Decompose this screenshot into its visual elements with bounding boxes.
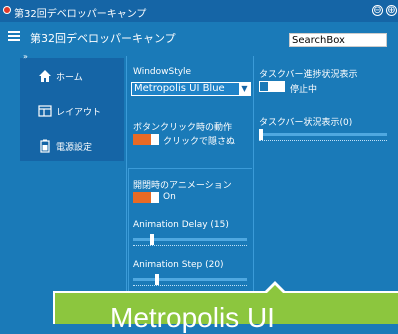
column-divider	[126, 56, 127, 324]
sidebar-item-layout[interactable]: レイアウト	[24, 101, 120, 121]
app-name: 第32回デベロッパーキャンプ	[30, 32, 176, 45]
slider-track	[259, 133, 387, 136]
search-input[interactable]	[289, 33, 387, 47]
window-titlebar: 第32回デベロッパーキャンプ ⊖ ⊕	[0, 0, 398, 22]
slider-thumb[interactable]	[259, 129, 263, 140]
button-click-toggle[interactable]	[133, 134, 159, 145]
app-icon	[3, 6, 11, 14]
column-divider	[253, 56, 254, 324]
slider-thumb[interactable]	[155, 274, 159, 285]
taskbar-status-label: タスクバー状況表示(0)	[259, 118, 353, 128]
anim-delay-slider[interactable]	[133, 234, 247, 246]
maximize-icon[interactable]: ⊕	[386, 5, 397, 16]
sidebar-item-label: ホーム	[56, 73, 83, 83]
slider-thumb[interactable]	[150, 234, 154, 245]
anim-step-label: Animation Step (20)	[133, 260, 224, 270]
sidebar-item-home[interactable]: ホーム	[24, 66, 120, 86]
battery-icon	[40, 139, 50, 153]
sidebar-item-label: レイアウト	[56, 108, 102, 118]
taskbar-progress-toggle-text: 停止中	[290, 85, 318, 95]
hamburger-menu-icon[interactable]	[8, 31, 20, 41]
window-title: 第32回デベロッパーキャンプ	[14, 9, 147, 20]
group-divider-top	[128, 168, 252, 169]
open-close-anim-toggle[interactable]	[133, 192, 159, 203]
slider-ticks	[133, 245, 247, 246]
toggle-knob	[151, 192, 159, 203]
anim-delay-label: Animation Delay (15)	[133, 220, 229, 230]
window-style-select[interactable]: Metropolis UI Blue ▼	[131, 82, 251, 96]
chevron-down-icon[interactable]: ▼	[239, 83, 250, 95]
slider-ticks	[259, 140, 387, 141]
slider-track	[133, 278, 247, 281]
layout-icon	[38, 105, 52, 117]
window-style-value: Metropolis UI Blue	[134, 83, 225, 94]
collapse-chevron-icon[interactable]: »	[23, 52, 28, 61]
toggle-knob	[260, 82, 268, 91]
banner-pointer-fill	[265, 285, 285, 295]
slider-ticks	[133, 285, 247, 286]
sidebar-item-power[interactable]: 電源設定	[24, 136, 120, 156]
banner-text: Metropolis UI	[110, 302, 275, 333]
toggle-knob	[151, 134, 159, 145]
minimize-icon[interactable]: ⊖	[372, 5, 383, 16]
taskbar-progress-label: タスクバー進捗状況表示	[259, 70, 358, 80]
button-click-toggle-text: クリックで隠さぬ	[163, 137, 236, 147]
window-style-label: WindowStyle	[133, 67, 192, 77]
home-icon	[39, 70, 51, 82]
sidebar-item-label: 電源設定	[56, 143, 93, 153]
taskbar-progress-toggle[interactable]	[259, 81, 285, 92]
open-close-anim-label: 開閉時のアニメーション	[133, 181, 232, 191]
anim-step-slider[interactable]	[133, 274, 247, 286]
taskbar-status-slider[interactable]	[259, 129, 387, 141]
open-close-anim-toggle-text: On	[163, 192, 176, 202]
button-click-label: ボタンクリック時の動作	[133, 123, 233, 133]
